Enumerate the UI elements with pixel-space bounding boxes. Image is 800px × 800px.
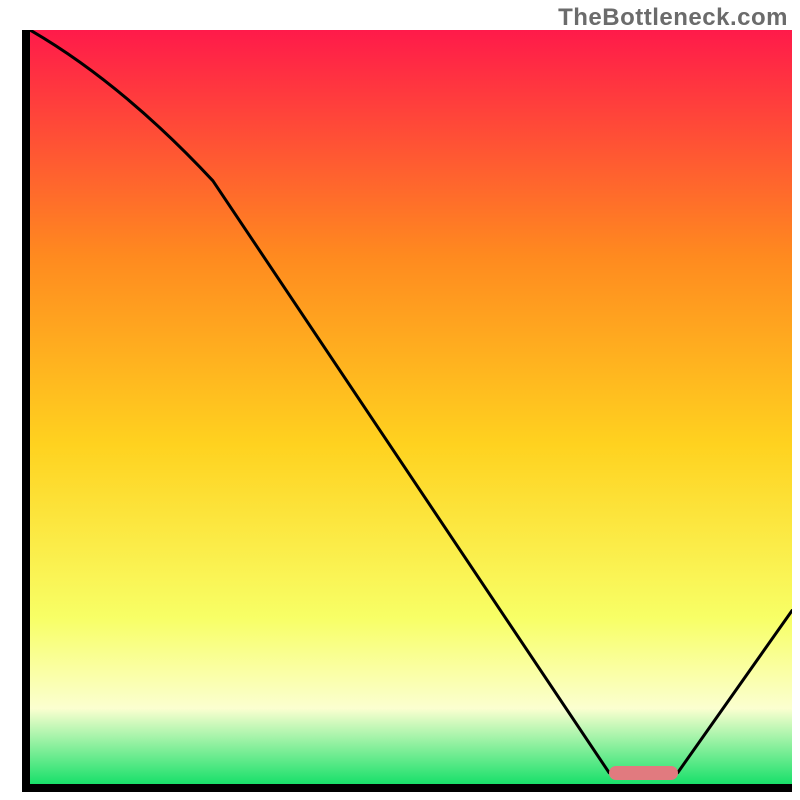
- y-axis: [22, 30, 30, 792]
- watermark-text: TheBottleneck.com: [558, 4, 788, 32]
- x-axis: [22, 784, 792, 792]
- plot-area: [30, 30, 792, 784]
- optimal-range-marker: [609, 766, 678, 780]
- chart-frame: TheBottleneck.com: [0, 0, 800, 800]
- heat-background: [30, 30, 792, 784]
